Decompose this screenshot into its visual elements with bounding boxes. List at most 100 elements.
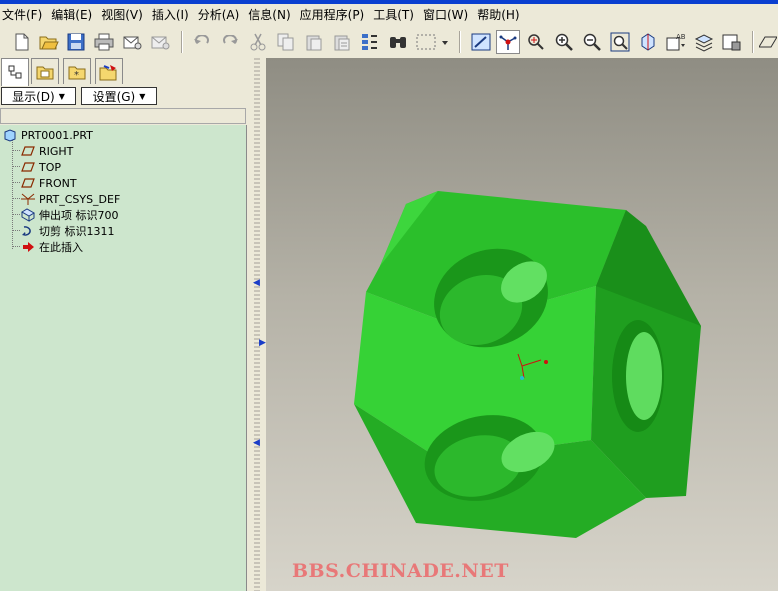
tree-connector bbox=[12, 230, 20, 231]
chevron-down-icon: ▼ bbox=[139, 91, 146, 101]
tree-item-label: RIGHT bbox=[39, 144, 74, 158]
spin-center-icon[interactable] bbox=[496, 30, 520, 54]
menu-help[interactable]: 帮助(H) bbox=[475, 5, 526, 25]
paste-icon[interactable] bbox=[302, 30, 326, 54]
navigator-panel: * 显示(D) ▼ 设置(G) ▼ PRT0001.PRT RIGHT TOP … bbox=[0, 58, 248, 591]
model-tree: PRT0001.PRT RIGHT TOP FRONT PRT_CSYS_DEF bbox=[0, 125, 247, 591]
zoom-in-icon[interactable] bbox=[552, 30, 576, 54]
svg-text:AB: AB bbox=[676, 33, 686, 41]
tree-item-root-part[interactable]: PRT0001.PRT bbox=[2, 127, 93, 143]
extrude-feature-icon bbox=[20, 208, 36, 222]
menu-window[interactable]: 窗口(W) bbox=[421, 5, 475, 25]
datum-plane-icon bbox=[20, 144, 36, 158]
display-dropdown[interactable]: 显示(D) ▼ bbox=[1, 87, 76, 105]
zoom-out-icon[interactable] bbox=[580, 30, 604, 54]
tree-item-front-plane[interactable]: FRONT bbox=[20, 175, 77, 191]
toolbar-separator bbox=[752, 31, 754, 53]
settings-dropdown-label: 设置(G) bbox=[92, 89, 136, 104]
collapse-left-icon[interactable]: ◀ bbox=[253, 438, 260, 448]
menu-tools[interactable]: 工具(T) bbox=[371, 5, 421, 25]
tree-connector bbox=[12, 182, 20, 183]
orient-mode-icon[interactable] bbox=[524, 30, 548, 54]
layers-icon[interactable] bbox=[692, 30, 716, 54]
send-mail-icon[interactable] bbox=[120, 30, 144, 54]
toolbar-separator bbox=[181, 31, 183, 53]
save-icon[interactable] bbox=[64, 30, 88, 54]
tree-item-right-plane[interactable]: RIGHT bbox=[20, 143, 73, 159]
menu-info[interactable]: 信息(N) bbox=[246, 5, 297, 25]
revolve-cut-icon bbox=[20, 224, 36, 238]
undo-icon[interactable] bbox=[190, 30, 214, 54]
part-model-3d bbox=[354, 191, 701, 538]
tree-connector bbox=[12, 246, 20, 247]
new-file-icon[interactable] bbox=[10, 30, 34, 54]
menu-analysis[interactable]: 分析(A) bbox=[196, 5, 247, 25]
display-dropdown-label: 显示(D) bbox=[12, 89, 55, 104]
open-folder-icon[interactable] bbox=[37, 30, 61, 54]
menu-insert[interactable]: 插入(I) bbox=[150, 5, 196, 25]
send-mail-attachment-icon[interactable] bbox=[148, 30, 172, 54]
model-hole-right-through bbox=[626, 332, 662, 420]
main-toolbar: AB bbox=[0, 26, 778, 59]
menu-edit[interactable]: 编辑(E) bbox=[49, 5, 99, 25]
menu-file[interactable]: 文件(F) bbox=[0, 5, 49, 25]
find-icon[interactable] bbox=[386, 30, 410, 54]
tree-connector bbox=[12, 150, 20, 151]
watermark-text: BBS.CHINADE.NET bbox=[292, 560, 509, 582]
tree-item-cut[interactable]: 切剪 标识1311 bbox=[20, 223, 115, 239]
tree-item-insert-here[interactable]: 在此插入 bbox=[20, 239, 83, 255]
tab-favorites[interactable]: * bbox=[63, 58, 91, 84]
tree-item-label: FRONT bbox=[39, 176, 77, 190]
settings-dropdown[interactable]: 设置(G) ▼ bbox=[81, 87, 157, 105]
tree-connector bbox=[12, 214, 20, 215]
tree-item-label: PRT_CSYS_DEF bbox=[39, 192, 121, 206]
menu-bar: 文件(F) 编辑(E) 视图(V) 插入(I) 分析(A) 信息(N) 应用程序… bbox=[0, 4, 778, 26]
datum-plane-icon bbox=[20, 160, 36, 174]
menu-view[interactable]: 视图(V) bbox=[99, 5, 150, 25]
expand-right-icon[interactable]: ▶ bbox=[259, 338, 266, 348]
refit-icon[interactable] bbox=[608, 30, 632, 54]
print-icon[interactable] bbox=[92, 30, 116, 54]
datum-plane-icon bbox=[20, 176, 36, 190]
collapse-left-icon[interactable]: ◀ bbox=[253, 278, 260, 288]
svg-text:*: * bbox=[74, 70, 79, 80]
chevron-down-icon: ▼ bbox=[58, 91, 65, 101]
menu-applications[interactable]: 应用程序(P) bbox=[298, 5, 372, 25]
insert-arrow-icon bbox=[20, 240, 36, 254]
model-display-icon[interactable] bbox=[720, 30, 744, 54]
paste-special-icon[interactable] bbox=[330, 30, 354, 54]
copy-icon[interactable] bbox=[274, 30, 298, 54]
tree-item-extrude[interactable]: 伸出项 标识700 bbox=[20, 207, 119, 223]
spin-center-marker bbox=[520, 376, 524, 380]
tree-controls: 显示(D) ▼ 设置(G) ▼ bbox=[0, 87, 248, 107]
tree-item-label: 在此插入 bbox=[39, 241, 83, 254]
tree-item-label: PRT0001.PRT bbox=[21, 128, 93, 142]
tab-model-tree[interactable] bbox=[1, 58, 29, 86]
coordinate-system-icon bbox=[20, 192, 36, 206]
tree-connector bbox=[12, 166, 20, 167]
cut-icon[interactable] bbox=[246, 30, 270, 54]
tree-connector bbox=[12, 198, 20, 199]
tab-folder-browser[interactable] bbox=[31, 58, 59, 84]
saved-views-icon[interactable]: AB bbox=[664, 30, 688, 54]
datum-plane-icon[interactable] bbox=[758, 30, 778, 54]
selection-box-dropdown[interactable] bbox=[414, 30, 450, 54]
tree-item-top-plane[interactable]: TOP bbox=[20, 159, 61, 175]
tree-item-label: 切剪 标识1311 bbox=[39, 225, 115, 238]
spin-center-marker bbox=[544, 360, 548, 364]
regenerate-icon[interactable] bbox=[358, 30, 382, 54]
tree-item-label: 伸出项 标识700 bbox=[39, 209, 119, 222]
tab-connections[interactable] bbox=[95, 58, 123, 84]
toolbar-separator bbox=[459, 31, 461, 53]
navigator-tabs: * bbox=[0, 58, 248, 86]
splitter-handle[interactable] bbox=[254, 58, 260, 591]
graphics-viewport[interactable]: BBS.CHINADE.NET bbox=[266, 58, 778, 591]
repaint-icon[interactable] bbox=[469, 30, 493, 54]
part-icon bbox=[2, 128, 18, 142]
tree-item-label: TOP bbox=[39, 160, 62, 174]
tree-column-header bbox=[0, 108, 246, 124]
reorient-icon[interactable] bbox=[636, 30, 660, 54]
redo-icon[interactable] bbox=[218, 30, 242, 54]
tree-item-csys[interactable]: PRT_CSYS_DEF bbox=[20, 191, 120, 207]
tree-connector bbox=[12, 139, 13, 249]
